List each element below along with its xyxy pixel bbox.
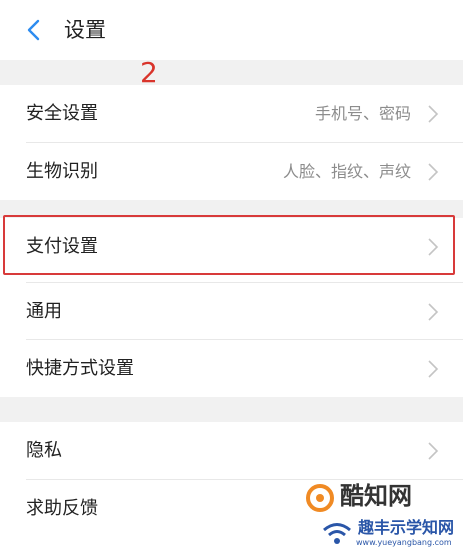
- settings-item-privacy[interactable]: 隐私: [0, 422, 463, 479]
- settings-item-label: 快捷方式设置: [26, 358, 134, 379]
- chevron-right-icon: [428, 442, 439, 460]
- watermark: 酷知网 趣丰示学知网 www.yueyangbang.com: [300, 478, 463, 552]
- chevron-right-icon: [428, 163, 439, 181]
- settings-item-label: 求助反馈: [26, 498, 98, 519]
- settings-item-shortcuts[interactable]: 快捷方式设置: [0, 340, 463, 397]
- header-bar: 设置: [0, 0, 463, 60]
- back-arrow-icon[interactable]: [22, 16, 46, 44]
- settings-item-security[interactable]: 安全设置 手机号、密码: [0, 85, 463, 142]
- settings-item-label: 生物识别: [26, 161, 98, 182]
- section-gap: [0, 397, 463, 422]
- wifi-icon: [323, 523, 351, 544]
- watermark-site-url: www.yueyangbang.com: [356, 538, 452, 547]
- watermark-site-name-2: 趣丰示学知网: [358, 518, 455, 537]
- chevron-right-icon: [428, 360, 439, 378]
- settings-item-label: 通用: [26, 301, 62, 322]
- settings-item-value: 人脸、指纹、声纹: [282, 162, 411, 181]
- page-title: 设置: [64, 18, 106, 42]
- section-gap: [0, 60, 463, 85]
- settings-item-biometrics[interactable]: 生物识别 人脸、指纹、声纹: [0, 143, 463, 200]
- watermark-site-name: 酷知网: [340, 482, 412, 510]
- watermark-logo-icon: [306, 484, 334, 512]
- chevron-right-icon: [428, 303, 439, 321]
- chevron-right-icon: [428, 105, 439, 123]
- settings-item-general[interactable]: 通用: [0, 283, 463, 340]
- annotation-highlight-box: [3, 215, 455, 275]
- settings-item-label: 安全设置: [26, 103, 98, 124]
- settings-item-label: 隐私: [26, 440, 62, 461]
- settings-item-value: 手机号、密码: [314, 104, 411, 123]
